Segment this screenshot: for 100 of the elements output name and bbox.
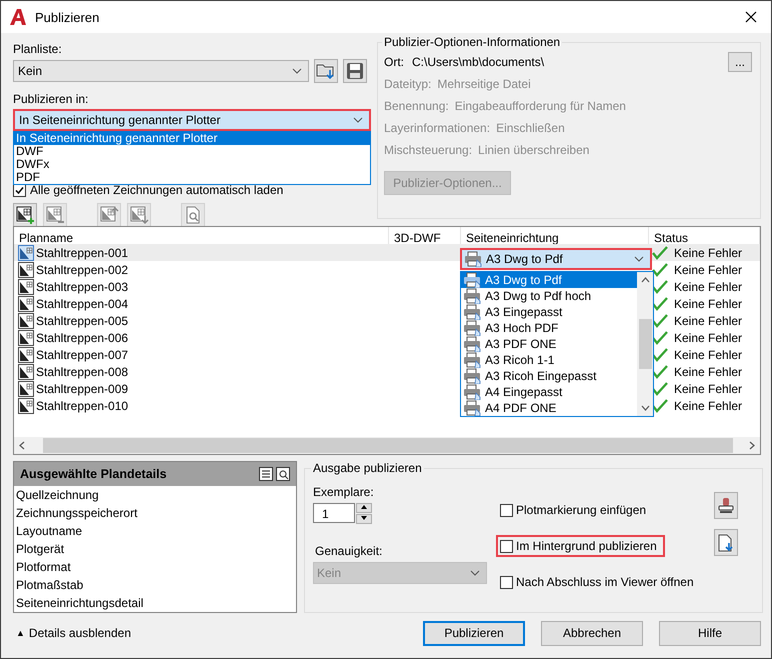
dropdown-option[interactable]: In Seiteneinrichtung genannter Plotter bbox=[14, 132, 370, 145]
precision-label: Genauigkeit: bbox=[315, 544, 384, 558]
preview-icon[interactable] bbox=[276, 467, 290, 481]
sheet-name-cell[interactable]: Stahltreppen-004 bbox=[14, 295, 389, 312]
dropdown-option[interactable]: A3 Dwg to Pdf bbox=[461, 272, 637, 288]
dropdown-option[interactable]: PDF bbox=[14, 171, 370, 184]
scroll-up-icon bbox=[640, 277, 650, 283]
status-text: Keine Fehler bbox=[674, 296, 742, 310]
dropdown-option[interactable]: A3 PDF ONE bbox=[461, 336, 637, 352]
info-label: Mischsteuerung: bbox=[384, 143, 472, 157]
status-text: Keine Fehler bbox=[674, 398, 742, 412]
list-view-icon[interactable] bbox=[259, 467, 273, 481]
sheet-icon bbox=[18, 380, 34, 396]
printer-icon bbox=[464, 251, 482, 267]
sheet-name-cell[interactable]: Stahltreppen-002 bbox=[14, 261, 389, 278]
checkbox-option[interactable]: Plotmarkierung einfügen bbox=[496, 499, 654, 521]
info-value: Eingabeaufforderung für Namen bbox=[454, 99, 626, 113]
chevron-icon bbox=[353, 117, 363, 123]
vertical-scrollbar[interactable] bbox=[637, 272, 653, 416]
check-icon bbox=[652, 262, 668, 276]
sheet-icon bbox=[18, 330, 34, 346]
check-icon bbox=[652, 364, 668, 378]
status-text: Keine Fehler bbox=[674, 382, 742, 396]
dropdown-option[interactable]: A3 Ricoh 1-1 bbox=[461, 352, 637, 368]
load-sheet-list-button[interactable] bbox=[314, 59, 338, 83]
location-value: C:\Users\mb\documents\ bbox=[412, 55, 544, 69]
chevron-icon bbox=[292, 68, 302, 74]
sheet-icon bbox=[18, 312, 34, 328]
dropdown-option[interactable]: A3 Eingepasst bbox=[461, 304, 637, 320]
remove-sheet-icon bbox=[45, 205, 65, 225]
spin-up-button[interactable] bbox=[356, 503, 372, 513]
window-title: Publizieren bbox=[35, 10, 100, 24]
sheet-name-cell[interactable]: Stahltreppen-001 bbox=[14, 244, 389, 261]
check-icon bbox=[652, 330, 668, 344]
horizontal-scrollbar[interactable] bbox=[14, 437, 760, 454]
check-icon bbox=[652, 280, 668, 294]
sheet-name-cell[interactable]: Stahltreppen-006 bbox=[14, 329, 389, 346]
sheet-list-dropdown[interactable]: Kein bbox=[13, 60, 309, 82]
dropdown-option[interactable]: A3 Dwg to Pdf hoch bbox=[461, 288, 637, 304]
sheet-name-cell[interactable]: Stahltreppen-009 bbox=[14, 380, 389, 397]
down-triangle-icon bbox=[361, 516, 367, 520]
sheet-icon bbox=[18, 346, 34, 362]
copies-field[interactable]: 1 bbox=[313, 503, 355, 523]
dropdown-option[interactable]: A4 Eingepasst bbox=[461, 384, 637, 400]
printer-icon bbox=[463, 320, 481, 336]
status-text: Keine Fehler bbox=[674, 314, 742, 328]
check-icon bbox=[652, 382, 668, 396]
info-label: Dateityp: bbox=[384, 77, 432, 91]
group-title: Publizier-Optionen-Informationen bbox=[383, 35, 562, 49]
document-down-icon bbox=[718, 534, 734, 552]
dropdown-option[interactable]: A4 PDF ONE bbox=[461, 400, 637, 416]
dropdown-option[interactable]: A3 Hoch PDF bbox=[461, 320, 637, 336]
sheet-name-cell[interactable]: Stahltreppen-005 bbox=[14, 312, 389, 329]
info-value: Linien überschreiben bbox=[478, 143, 590, 157]
sheet-icon bbox=[18, 262, 34, 278]
sheet-icon bbox=[18, 398, 34, 414]
check-icon bbox=[652, 296, 668, 310]
copies-label: Exemplare: bbox=[313, 485, 375, 499]
dialog-button[interactable]: Publizieren bbox=[423, 620, 525, 646]
detail-item: Plotformat bbox=[15, 559, 72, 576]
dialog-button[interactable]: Abbrechen bbox=[541, 620, 643, 646]
sheet-icon bbox=[18, 278, 34, 294]
detail-item: Quellzeichnung bbox=[15, 487, 100, 504]
detail-item: Layoutname bbox=[15, 523, 84, 540]
detail-item: Seiteneinrichtungsdetail bbox=[15, 595, 144, 612]
browse-button[interactable]: ... bbox=[728, 52, 752, 72]
sheet-down-icon bbox=[129, 205, 149, 225]
publish-to-dropdown[interactable]: In Seiteneinrichtung genannter Plotter bbox=[13, 109, 371, 131]
app-logo-icon bbox=[9, 8, 27, 26]
sheet-name-cell[interactable]: Stahltreppen-003 bbox=[14, 278, 389, 295]
location-label: Ort: bbox=[384, 55, 404, 69]
chevron-icon bbox=[470, 570, 480, 576]
publish-details-button[interactable] bbox=[714, 529, 738, 556]
detail-item: Plotmaßstab bbox=[15, 577, 84, 594]
scroll-down-icon bbox=[640, 405, 650, 411]
detail-item: Zeichnungsspeicherort bbox=[15, 505, 138, 522]
checkbox-option[interactable]: Nach Abschluss im Viewer öffnen bbox=[496, 571, 702, 593]
publish-to-label: Publizieren in: bbox=[13, 91, 90, 107]
page-setup-dropdown[interactable]: A3 Dwg to Pdf bbox=[460, 248, 652, 270]
panel-title: Ausgewählte Plandetails bbox=[20, 467, 167, 481]
info-label: Benennung: bbox=[384, 99, 449, 113]
dropdown-option[interactable]: DWF bbox=[14, 145, 370, 158]
plot-stamp-button[interactable] bbox=[714, 492, 738, 519]
scroll-left-icon bbox=[19, 441, 25, 450]
dropdown-option[interactable]: DWFx bbox=[14, 158, 370, 171]
dropdown-option[interactable]: A3 Ricoh Eingepasst bbox=[461, 368, 637, 384]
detail-item: Plotgerät bbox=[15, 541, 66, 558]
chevron-icon bbox=[634, 256, 644, 262]
check-icon bbox=[652, 398, 668, 412]
save-button[interactable] bbox=[343, 59, 367, 83]
printer-icon bbox=[463, 352, 481, 368]
toolbar-button[interactable] bbox=[13, 203, 37, 227]
dialog-button[interactable]: Hilfe bbox=[659, 620, 761, 646]
sheet-icon bbox=[18, 296, 34, 312]
sheet-name-cell[interactable]: Stahltreppen-008 bbox=[14, 363, 389, 380]
spin-down-button[interactable] bbox=[356, 514, 372, 524]
sheet-name-cell[interactable]: Stahltreppen-007 bbox=[14, 346, 389, 363]
sheet-name-cell[interactable]: Stahltreppen-010 bbox=[14, 397, 389, 414]
checkbox-option[interactable]: Im Hintergrund publizieren bbox=[496, 535, 665, 557]
hide-details-link[interactable]: ▲ Details ausblenden bbox=[16, 626, 407, 640]
